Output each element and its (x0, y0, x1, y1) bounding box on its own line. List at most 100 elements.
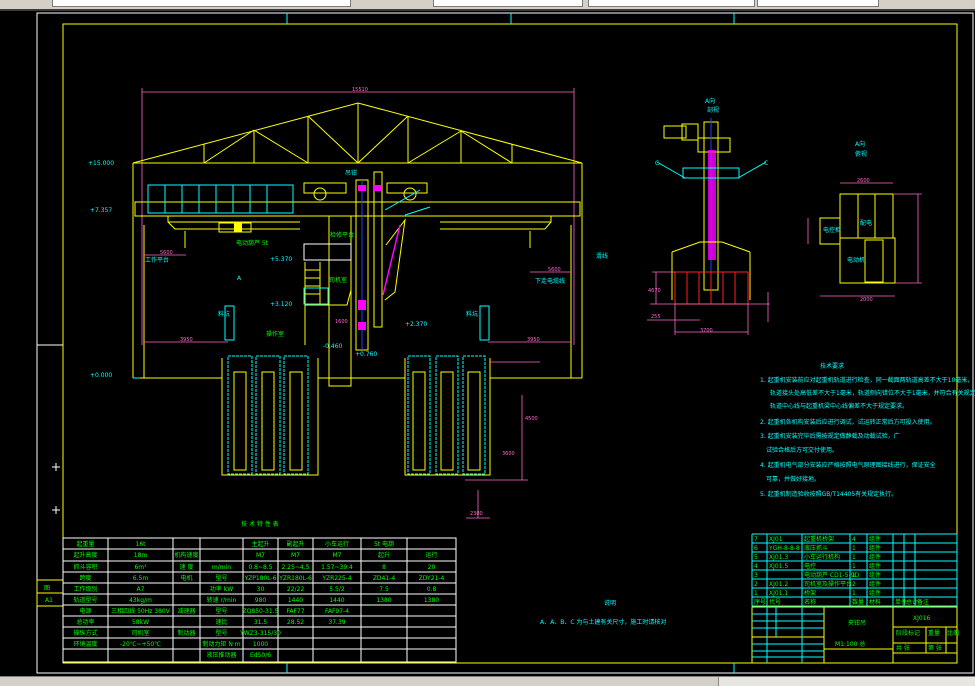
parts-list-cell: YGH-8-8-8 (768, 545, 800, 552)
tech-table-cell: 起升高度 (73, 551, 97, 559)
tech-table-cell: 1440 (288, 597, 303, 604)
tech-table-cell: m/min (212, 564, 231, 571)
tech-table-cell: 6.5m (133, 575, 149, 582)
tech-table-cell: 司机室 (131, 629, 149, 637)
material-pit-left (221, 355, 319, 476)
svg-text:第 张: 第 张 (928, 644, 942, 652)
parts-list-header: 材料 (869, 598, 881, 606)
parts-list-cell: 6 (754, 545, 758, 552)
svg-text:检修平台: 检修平台 (330, 231, 354, 239)
toolbar-field[interactable] (433, 0, 583, 7)
cad-drawing-canvas[interactable]: 图 A1 15510 4500 3600 2300 +15.000 +7.357… (0, 10, 975, 676)
svg-text:电控柜: 电控柜 (823, 226, 841, 234)
parts-list-cell: 组件 (869, 589, 881, 597)
tech-table-cell: 跨度 (79, 574, 91, 582)
parts-list-cell: 2 (754, 581, 758, 588)
svg-text:3700: 3700 (700, 328, 713, 334)
main-elevation-view: 15510 4500 3600 2300 +15.000 +7.357 +0.0… (88, 87, 608, 519)
svg-text:比例: 比例 (947, 629, 959, 637)
tech-table-cell: 1440 (329, 597, 344, 604)
svg-text:XJ016: XJ016 (913, 615, 931, 622)
toolbar-field[interactable] (757, 0, 879, 7)
tech-table-cell: 1000 (253, 641, 268, 648)
toolbar-field[interactable] (52, 0, 351, 7)
material-pit-right (404, 355, 491, 476)
tech-table-cell: 三相四线 50Hz 380V (111, 607, 171, 615)
tech-table-cell: 运行 (425, 551, 437, 559)
parts-list-cell: 电控 (804, 562, 816, 570)
parts-list-header: 数量 (852, 598, 864, 606)
tech-table-cell: 液压推动器 (206, 651, 236, 659)
svg-text:5600: 5600 (160, 250, 173, 256)
parts-list-cell: 2 (852, 581, 856, 588)
svg-text:+3.120: +3.120 (270, 301, 292, 308)
parts-list-header: 名称 (804, 598, 816, 606)
tech-table-cell: 6m³ (134, 564, 147, 571)
tech-table-cell: 小车运行 (325, 540, 349, 548)
svg-text:+0.000: +0.000 (90, 372, 112, 379)
svg-text:+5.370: +5.370 (270, 256, 292, 263)
tech-table-cell: M7 (333, 552, 342, 559)
parts-list-cell: 1 (852, 572, 856, 579)
tech-table-cell: 22/22 (287, 586, 304, 593)
tech-table-cell: 1380 (376, 597, 391, 604)
svg-text:A向: A向 (855, 140, 865, 148)
svg-text:3. 起重机安装完毕后需按规定做静载及动载试验，广: 3. 起重机安装完毕后需按规定做静载及动载试验，广 (760, 432, 900, 440)
tech-table-cell: 30 (257, 586, 265, 593)
toolbar-field[interactable] (588, 0, 755, 7)
tech-table-cell: 0.8~8.5 (248, 564, 272, 571)
svg-text:3950: 3950 (527, 337, 540, 343)
parts-list-cell: XJ01.1 (769, 590, 788, 597)
svg-text:+2.370: +2.370 (405, 321, 427, 328)
tech-table-cell: 8 (382, 564, 386, 571)
tech-table-cell: 5.5/2 (329, 586, 345, 593)
tech-table-cell: YZR225-4 (321, 575, 352, 582)
svg-text:电动机: 电动机 (847, 256, 865, 264)
tech-table-cell: 总功率 (76, 618, 94, 626)
parts-list-cell: 4 (852, 536, 856, 543)
svg-text:技 术 特 性 表: 技 术 特 性 表 (241, 520, 279, 528)
tech-table-cell: 轨道型号 (73, 596, 97, 604)
parts-list-cell: 组件 (869, 544, 881, 552)
svg-text:C: C (764, 160, 768, 167)
svg-text:3950: 3950 (180, 337, 193, 343)
svg-text:工作平台: 工作平台 (145, 256, 169, 264)
tech-table-cell: 58kW (132, 619, 149, 626)
tech-table-cell: 主起升 (251, 540, 269, 548)
parts-list-cell: 1 (852, 554, 856, 561)
tech-table-cell: 机构速度 (174, 551, 198, 559)
svg-text:操作室: 操作室 (266, 330, 284, 338)
overall-dimension: 15510 (352, 87, 368, 93)
svg-text:2600: 2600 (857, 178, 870, 184)
parts-list-cell: 4 (754, 563, 758, 570)
tech-table-cell: 速 度 (180, 563, 194, 571)
svg-text:料坑: 料坑 (466, 310, 478, 318)
tech-table-cell: 2.25~4.5 (282, 564, 310, 571)
tech-table-cell: 操纵方式 (73, 629, 97, 637)
tech-table-cell: ZDY21-4 (419, 575, 445, 582)
tech-table-cell: 制动力矩 N·m (202, 640, 240, 648)
svg-text:下走电缆线: 下走电缆线 (535, 277, 565, 285)
tech-table-cell: YWZ3-315/30 (239, 630, 281, 637)
tech-table-cell: 31.5 (254, 619, 268, 626)
tech-table-cell: 型号 (215, 574, 227, 582)
parts-list-cell: 组件 (869, 535, 881, 543)
svg-text:C: C (655, 160, 659, 167)
title-block: 夹钳吊 M1:100 总 XJ016 阶段标记 重量 比例 共 张 第 张 (751, 606, 959, 664)
svg-text:轨道接头处高低差不大于1毫米，轨道侧向错位不大于1毫米，并符: 轨道接头处高低差不大于1毫米，轨道侧向错位不大于1毫米，并符合有关规定， (770, 389, 975, 397)
side-section-view: A向 剖视 C C 3700 4670 255 (647, 97, 770, 335)
parts-list-cell: 司机室及操作平台 (804, 580, 852, 588)
zone-label: 图 (44, 585, 50, 592)
svg-text:试验合格后方可交付使用。: 试验合格后方可交付使用。 (766, 446, 838, 454)
svg-text:配电: 配电 (860, 219, 872, 227)
technical-requirements: 技术要求 1. 起重机安装前应对起重机轨道进行检查，同一截面两轨道高差不大于10… (760, 362, 975, 498)
center-marks (286, 13, 735, 673)
parts-list-cell: 组件 (869, 553, 881, 561)
parts-list-cell: 1 (852, 563, 856, 570)
tech-table-cell: FAF97-4 (325, 608, 349, 615)
tech-table-cell: 5t 电葫 (374, 540, 394, 548)
tech-table-cell: 0.8 (427, 586, 437, 593)
parts-list-cell: 7 (754, 536, 758, 543)
tech-table-cell: 工作级别 (73, 585, 97, 593)
parts-list-cell: XJ01 (769, 536, 783, 543)
